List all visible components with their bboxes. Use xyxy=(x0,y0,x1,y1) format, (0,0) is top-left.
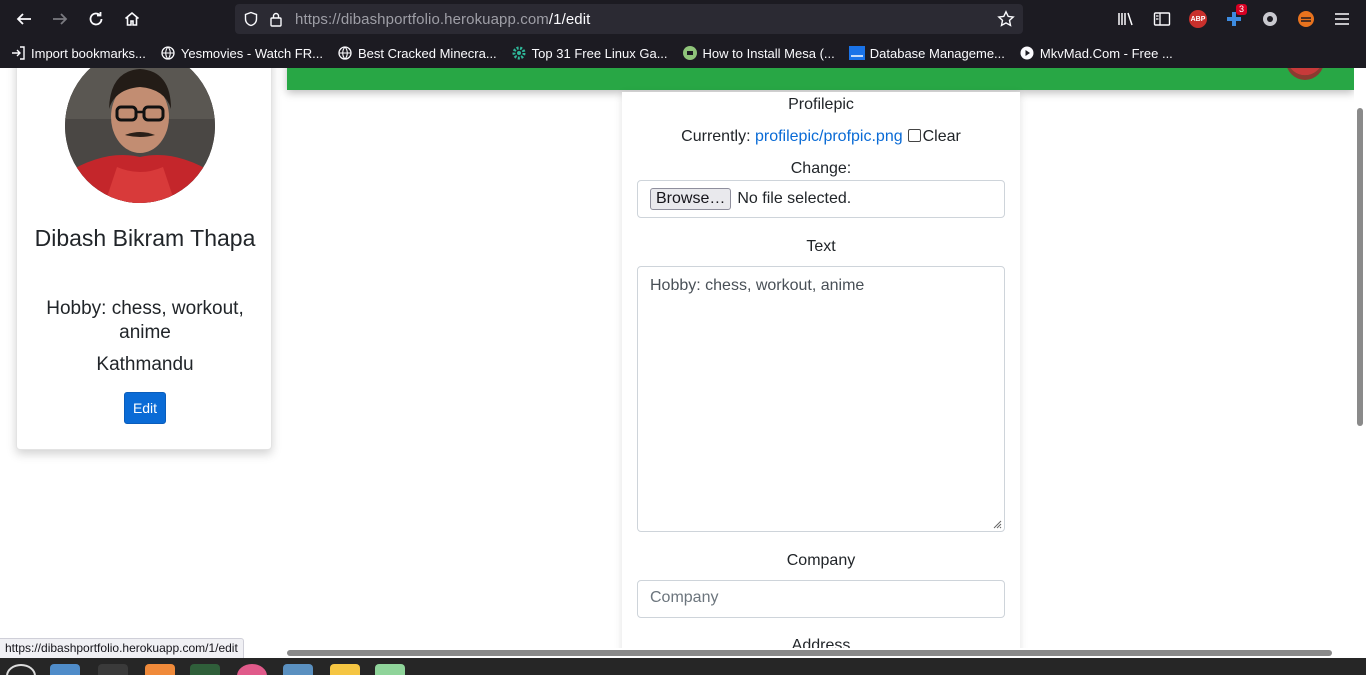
clear-label: Clear xyxy=(922,128,961,145)
current-file-link[interactable]: profilepic/profpic.png xyxy=(755,128,903,145)
url-bar[interactable]: https://dibashportfolio.herokuapp.com/1/… xyxy=(235,4,1023,34)
app-icon[interactable] xyxy=(190,664,220,675)
play-icon xyxy=(1019,45,1035,61)
globe-icon xyxy=(337,45,353,61)
reload-icon[interactable] xyxy=(78,0,114,38)
files-app-icon[interactable] xyxy=(50,664,80,675)
bookmark-item[interactable]: How to Install Mesa (... xyxy=(682,45,835,61)
url-host: https://dibashportfolio.herokuapp.com xyxy=(295,10,549,28)
bookmark-star-icon[interactable] xyxy=(997,10,1015,28)
bookmarks-bar: Import bookmarks... Yesmovies - Watch FR… xyxy=(0,38,1366,99)
profile-ext-icon[interactable] xyxy=(1288,0,1324,38)
bookmark-item[interactable]: Top 31 Free Linux Ga... xyxy=(511,45,668,61)
puzzle-icon[interactable] xyxy=(1252,0,1288,38)
horizontal-scrollbar[interactable] xyxy=(287,648,1354,658)
terminal-icon[interactable] xyxy=(98,664,128,675)
os-taskbar xyxy=(0,658,1366,675)
adblock-plus-icon[interactable]: ABP xyxy=(1180,0,1216,38)
home-icon[interactable] xyxy=(114,0,150,38)
change-label: Change: xyxy=(790,160,852,177)
scroll-thumb[interactable] xyxy=(287,650,1332,656)
profile-card: Dibash Bikram Thapa Hobby: chess, workou… xyxy=(16,68,272,450)
scroll-thumb[interactable] xyxy=(1357,108,1363,426)
textarea-value: Hobby: chess, workout, anime xyxy=(650,277,865,294)
gear-icon xyxy=(511,45,527,61)
nav-avatar[interactable] xyxy=(1286,68,1324,80)
no-file-text: No file selected. xyxy=(737,190,852,207)
notes-icon[interactable] xyxy=(330,664,360,675)
app-icon[interactable] xyxy=(375,664,405,675)
bookmark-item[interactable]: Import bookmarks... xyxy=(10,45,146,61)
text-label: Text xyxy=(806,238,836,255)
resize-grip-icon[interactable] xyxy=(992,519,1002,529)
site-navbar xyxy=(287,68,1354,90)
site-icon xyxy=(682,45,698,61)
edit-button[interactable]: Edit xyxy=(124,392,166,424)
forward-icon[interactable] xyxy=(42,0,78,38)
profilepic-label: Profilepic xyxy=(788,96,854,113)
app-icon[interactable] xyxy=(145,664,175,675)
toolbar-right: ABP 3 xyxy=(1108,0,1366,38)
browser-toolbar: https://dibashportfolio.herokuapp.com/1/… xyxy=(0,0,1366,38)
bookmark-item[interactable]: MkvMad.Com - Free ... xyxy=(1019,45,1173,61)
profile-photo xyxy=(65,68,215,203)
menu-icon[interactable] xyxy=(1324,0,1360,38)
url-path: /1/edit xyxy=(548,10,591,28)
shield-icon[interactable] xyxy=(243,11,259,27)
globe-icon xyxy=(160,45,176,61)
current-file-row: Currently: profilepic/profpic.png Clear xyxy=(622,128,1020,146)
file-input[interactable]: Browse… No file selected. xyxy=(637,180,1005,218)
company-input[interactable]: Company xyxy=(637,580,1005,618)
extension-badge: 3 xyxy=(1235,4,1247,15)
folder-icon[interactable] xyxy=(283,664,313,675)
library-icon[interactable] xyxy=(1108,0,1144,38)
currently-label: Currently: xyxy=(681,128,751,145)
bookmark-item[interactable]: Best Cracked Minecra... xyxy=(337,45,497,61)
browser-app-icon[interactable] xyxy=(237,664,267,675)
company-label: Company xyxy=(786,552,856,569)
bookmark-item[interactable]: Database Manageme... xyxy=(848,45,1005,61)
site-icon xyxy=(848,45,865,61)
extension-icon[interactable]: 3 xyxy=(1216,0,1252,38)
edit-form: Profilepic Currently: profilepic/profpic… xyxy=(622,92,1020,648)
url-text: https://dibashportfolio.herokuapp.com/1/… xyxy=(295,11,590,28)
page-viewport: Dibash Bikram Thapa Hobby: chess, workou… xyxy=(0,68,1354,648)
status-url: https://dibashportfolio.herokuapp.com/1/… xyxy=(0,638,244,659)
sidebar-icon[interactable] xyxy=(1144,0,1180,38)
start-menu-icon[interactable] xyxy=(6,664,36,675)
browse-button[interactable]: Browse… xyxy=(650,188,732,210)
profile-name: Dibash Bikram Thapa xyxy=(34,225,256,251)
vertical-scrollbar[interactable] xyxy=(1354,68,1366,648)
clear-checkbox[interactable] xyxy=(907,129,921,142)
bookmark-item[interactable]: Yesmovies - Watch FR... xyxy=(160,45,323,61)
profile-city: Kathmandu xyxy=(96,354,194,375)
back-icon[interactable] xyxy=(6,0,42,38)
import-icon xyxy=(10,45,26,61)
address-label: Address xyxy=(791,637,851,648)
text-textarea[interactable]: Hobby: chess, workout, anime xyxy=(637,266,1005,532)
profile-hobby: Hobby: chess, workout, anime xyxy=(46,298,244,343)
lock-icon[interactable] xyxy=(269,11,283,27)
